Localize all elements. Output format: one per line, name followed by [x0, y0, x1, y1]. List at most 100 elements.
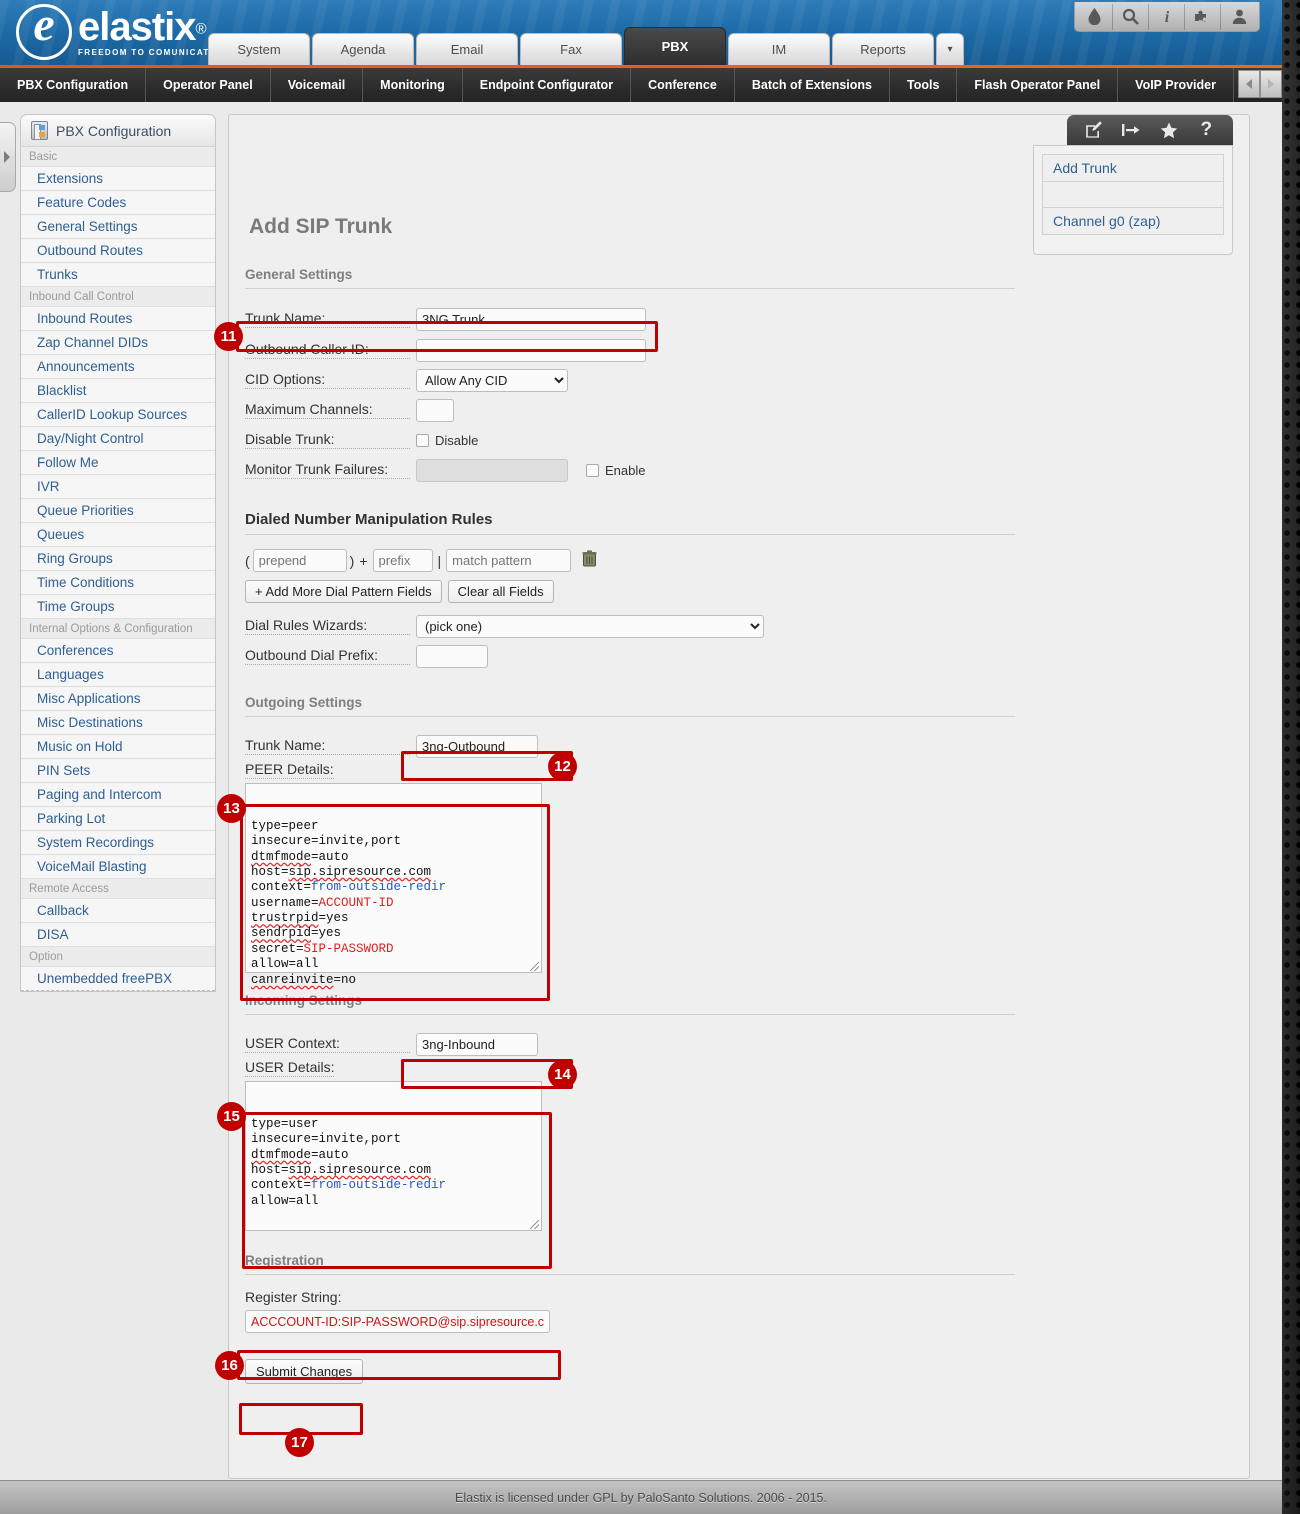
- sidebar-item-voicemail-blasting[interactable]: VoiceMail Blasting: [21, 855, 215, 879]
- sidebar-item-announcements[interactable]: Announcements: [21, 355, 215, 379]
- cid-options-select[interactable]: Allow Any CID: [416, 368, 568, 392]
- dial-rules-wizards-select[interactable]: (pick one): [416, 614, 764, 638]
- resize-grip-icon[interactable]: [530, 962, 539, 971]
- subnav-item-tools[interactable]: Tools: [890, 68, 958, 102]
- sidebar-item-conferences[interactable]: Conferences: [21, 639, 215, 663]
- subnav-scroll-right-icon[interactable]: [1260, 70, 1282, 98]
- sidebar-tab-header[interactable]: PBX Configuration: [20, 114, 216, 146]
- tab-email[interactable]: Email: [416, 33, 518, 65]
- submit-changes-button[interactable]: Submit Changes: [245, 1359, 364, 1384]
- outbound-dial-prefix-input[interactable]: [416, 644, 488, 668]
- row-monitor-trunk-failures: Monitor Trunk Failures: Enable: [245, 455, 1015, 485]
- user-details-label: USER Details:: [245, 1059, 335, 1077]
- sidebar-item-unembedded-freepbx[interactable]: Unembedded freePBX: [21, 967, 215, 991]
- sidebar-item-ring-groups[interactable]: Ring Groups: [21, 547, 215, 571]
- sidebar-item-feature-codes[interactable]: Feature Codes: [21, 191, 215, 215]
- section-registration: Registration: [245, 1253, 1015, 1275]
- config-line: insecure=invite,port: [251, 1132, 402, 1147]
- section-dialed-number-manipulation-rules: Dialed Number Manipulation Rules: [245, 511, 1015, 535]
- sidebar-item-trunks[interactable]: Trunks: [21, 263, 215, 287]
- resize-grip-icon[interactable]: [530, 1220, 539, 1229]
- row-cid-options: CID Options: Allow Any CID: [245, 365, 1015, 395]
- sidebar-collapse-toggle[interactable]: [0, 122, 16, 192]
- subnav-item-conference[interactable]: Conference: [631, 68, 735, 102]
- user-context-input[interactable]: [416, 1032, 538, 1056]
- monitor-trunk-failures-input[interactable]: [416, 458, 568, 482]
- sidebar-item-pin-sets[interactable]: PIN Sets: [21, 759, 215, 783]
- sidebar-item-extensions[interactable]: Extensions: [21, 167, 215, 191]
- prepend-input[interactable]: [252, 549, 347, 572]
- subnav-scroll-left-icon[interactable]: [1238, 70, 1260, 98]
- subnav-item-operator-panel[interactable]: Operator Panel: [146, 68, 271, 102]
- peer-details-textarea[interactable]: type=peer insecure=invite,port dtmfmode=au…: [245, 783, 542, 987]
- user-icon[interactable]: [1221, 4, 1257, 30]
- maximum-channels-input[interactable]: [416, 398, 454, 422]
- match-pattern-input[interactable]: [446, 549, 572, 572]
- sidebar-item-day-night-control[interactable]: Day/Night Control: [21, 427, 215, 451]
- subnav-item-voip-provider[interactable]: VoIP Provider: [1118, 68, 1234, 102]
- sidebar-item-paging-and-intercom[interactable]: Paging and Intercom: [21, 783, 215, 807]
- sidebar-item-general-settings[interactable]: General Settings: [21, 215, 215, 239]
- trunk-name-input[interactable]: [416, 307, 646, 331]
- clear-all-fields-button[interactable]: Clear all Fields: [447, 580, 554, 603]
- star-icon[interactable]: [1155, 118, 1183, 142]
- outbound-caller-id-input[interactable]: [416, 338, 646, 362]
- annotation-badge-14: 14: [548, 1060, 577, 1089]
- add-more-dial-pattern-fields-button[interactable]: + Add More Dial Pattern Fields: [245, 580, 442, 603]
- tab-fax[interactable]: Fax: [520, 33, 622, 65]
- sidebar-group-inbound-call-control: Inbound Call Control: [21, 287, 215, 307]
- config-line: host=sip.sipresource.com: [251, 864, 432, 879]
- sidebar-item-queues[interactable]: Queues: [21, 523, 215, 547]
- chevron-down-icon[interactable]: ▾: [936, 33, 964, 65]
- tab-system[interactable]: System: [208, 33, 310, 65]
- sidebar-item-disa[interactable]: DISA: [21, 923, 215, 947]
- right-panel-item-add-trunk[interactable]: Add Trunk: [1042, 154, 1224, 181]
- subnav-item-endpoint-configurator[interactable]: Endpoint Configurator: [463, 68, 632, 102]
- sidebar-item-zap-channel-dids[interactable]: Zap Channel DIDs: [21, 331, 215, 355]
- sidebar-item-ivr[interactable]: IVR: [21, 475, 215, 499]
- tab-agenda[interactable]: Agenda: [312, 33, 414, 65]
- trash-icon[interactable]: [582, 549, 597, 572]
- sidebar-item-parking-lot[interactable]: Parking Lot: [21, 807, 215, 831]
- sidebar-item-inbound-routes[interactable]: Inbound Routes: [21, 307, 215, 331]
- sidebar-item-time-groups[interactable]: Time Groups: [21, 595, 215, 619]
- sidebar-item-misc-applications[interactable]: Misc Applications: [21, 687, 215, 711]
- config-line: trustrpid=yes: [251, 911, 349, 925]
- tab-reports[interactable]: Reports: [832, 33, 934, 65]
- disable-trunk-checkbox[interactable]: [416, 433, 429, 447]
- search-icon[interactable]: [1113, 3, 1149, 30]
- tab-pbx[interactable]: PBX: [624, 27, 726, 65]
- puzzle-icon[interactable]: [1185, 3, 1221, 30]
- sidebar-item-time-conditions[interactable]: Time Conditions: [21, 571, 215, 595]
- info-icon[interactable]: i: [1149, 3, 1185, 30]
- droplet-icon[interactable]: [1077, 3, 1113, 30]
- sidebar-item-outbound-routes[interactable]: Outbound Routes: [21, 239, 215, 263]
- edit-icon[interactable]: [1080, 118, 1108, 142]
- subnav-item-pbx-configuration[interactable]: PBX Configuration: [0, 68, 147, 102]
- subnav-item-batch-of-extensions[interactable]: Batch of Extensions: [735, 68, 891, 102]
- sidebar-item-misc-destinations[interactable]: Misc Destinations: [21, 711, 215, 735]
- tab-im[interactable]: IM: [728, 33, 830, 65]
- disable-trunk-label: Disable Trunk:: [245, 431, 410, 449]
- subnav-item-monitoring[interactable]: Monitoring: [363, 68, 463, 102]
- outgoing-trunk-name-input[interactable]: [416, 734, 538, 758]
- prefix-input[interactable]: [372, 549, 433, 572]
- sidebar-item-callerid-lookup-sources[interactable]: CallerID Lookup Sources: [21, 403, 215, 427]
- user-details-textarea[interactable]: type=user insecure=invite,port dtmfmode=au…: [245, 1081, 542, 1231]
- right-panel-item-blank[interactable]: [1042, 181, 1224, 207]
- help-icon[interactable]: ?: [1192, 118, 1220, 142]
- subnav-item-flash-operator-panel[interactable]: Flash Operator Panel: [957, 68, 1119, 102]
- right-panel-item-channel-g0[interactable]: Channel g0 (zap): [1042, 207, 1224, 235]
- subnav-item-voicemail[interactable]: Voicemail: [271, 68, 364, 102]
- sidebar-item-languages[interactable]: Languages: [21, 663, 215, 687]
- export-icon[interactable]: [1117, 118, 1145, 142]
- config-line: dtmfmode=auto: [251, 849, 349, 864]
- monitor-enable-checkbox[interactable]: [586, 463, 599, 477]
- sidebar-item-follow-me[interactable]: Follow Me: [21, 451, 215, 475]
- sidebar-item-callback[interactable]: Callback: [21, 899, 215, 923]
- sidebar-item-queue-priorities[interactable]: Queue Priorities: [21, 499, 215, 523]
- sidebar-item-blacklist[interactable]: Blacklist: [21, 379, 215, 403]
- sidebar-item-music-on-hold[interactable]: Music on Hold: [21, 735, 215, 759]
- register-string-input[interactable]: [245, 1310, 550, 1333]
- sidebar-item-system-recordings[interactable]: System Recordings: [21, 831, 215, 855]
